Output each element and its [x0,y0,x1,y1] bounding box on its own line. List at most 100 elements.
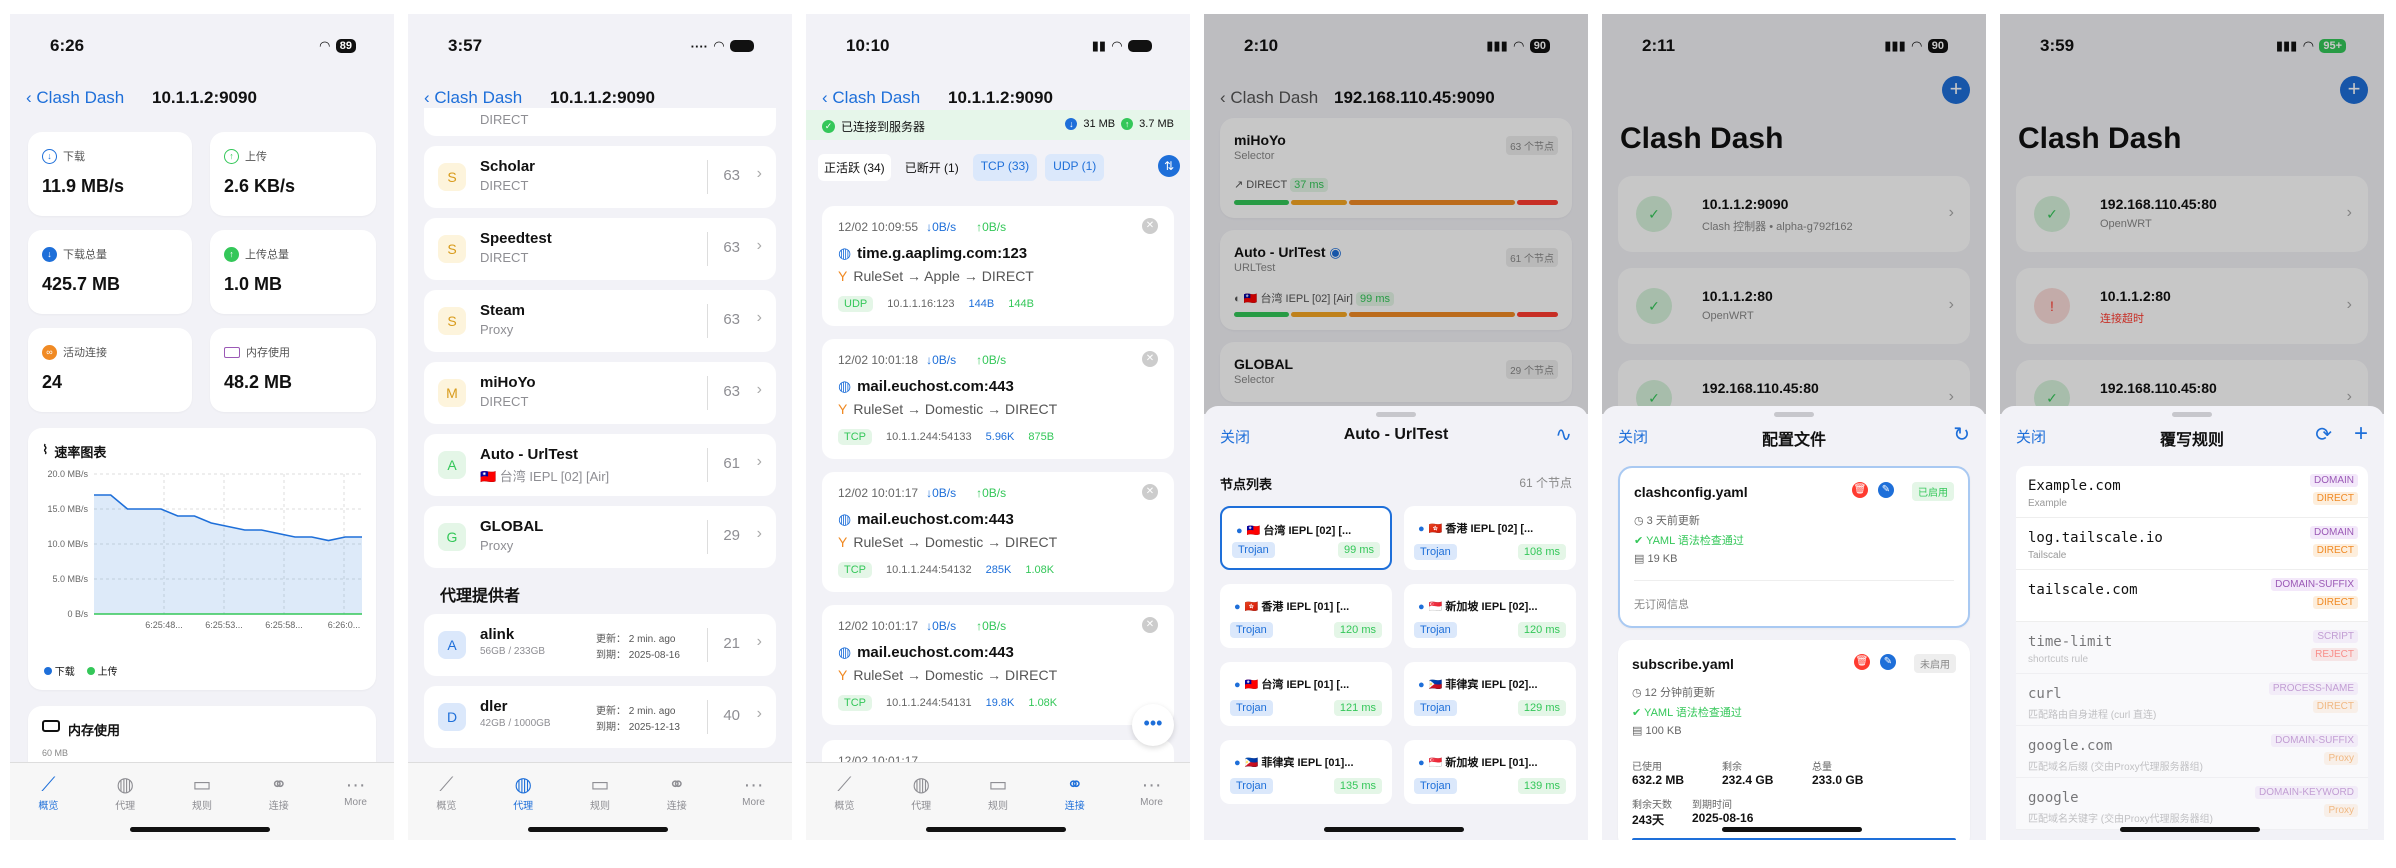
proxy-node[interactable]: ● 🇸🇬 新加坡 IEPL [01]... Trojan 139 ms [1404,740,1576,804]
back-button[interactable]: ‹ Clash Dash [424,88,522,108]
config-card-inactive[interactable]: subscribe.yaml 🗑 ✎ 未启用 ◷ 12 分钟前更新 ✔ YAML… [1618,640,1970,840]
chevron-right-icon: › [756,633,762,650]
tab-overview[interactable]: ⟋ 概览 [814,773,874,840]
config-state-badge: 已启用 [1912,482,1954,501]
refresh-icon[interactable]: ↻ [1953,422,1970,447]
filter-closed[interactable]: 已断开 (1) [899,154,965,181]
node-name: 🇹🇼 台湾 IEPL [02] [... [1246,525,1352,537]
connected-banner: ✓ 已连接到服务器 ↓ 31 MB ↑ 3.7 MB [806,110,1190,140]
rule-row[interactable]: curl 匹配路由自身进程 (curl 直连) PROCESS-NAME DIRECT [2016,674,2368,726]
overview-screen: 6:26 ◠ 89 ‹ Clash Dash 10.1.1.2:9090 ↓ 下载 … [10,14,394,840]
delete-icon[interactable]: 🗑 [1854,654,1870,670]
rule-row[interactable]: time-limit shortcuts rule SCRIPT REJECT [2016,622,2368,674]
filter-udp[interactable]: UDP (1) [1045,154,1105,181]
add-rule-icon[interactable]: + [2354,420,2368,448]
conn-up-speed: ↑0B/s [976,220,1007,234]
provider-row[interactable]: Ddler 42GB / 1000GB 更新： 2 min. ago 到期： 2025… [424,686,776,748]
legend-upload: 上传 [86,663,118,678]
sort-icon[interactable]: ⇅ [1158,155,1180,177]
proxy-node[interactable]: ● 🇹🇼 台湾 IEPL [01] [... Trojan 121 ms [1220,662,1392,726]
route-icon: Y [838,268,848,284]
proxy-group-row[interactable]: MmiHoYo DIRECT 63 › [424,362,776,424]
rule-row[interactable]: google.com 匹配域名后缀 (交由Proxy代理服务器组) DOMAIN-S… [2016,726,2368,778]
upload-speed-card: ↑ 上传 2.6 KB/s [210,132,376,216]
more-actions-icon[interactable]: ••• [1132,704,1174,746]
proxy-node[interactable]: ● 🇭🇰 香港 IEPL [01] [... Trojan 120 ms [1220,584,1392,648]
rule-row[interactable]: tailscale.com DOMAIN-SUFFIX DIRECT [2016,570,2368,622]
sheet-grabber[interactable] [2172,412,2212,417]
rule-action-badge: REJECT [2311,648,2358,661]
proxy-node[interactable]: ● 🇵🇭 菲律宾 IEPL [01]... Trojan 135 ms [1220,740,1392,804]
node-type: Trojan [1414,778,1457,794]
status-time: 6:26 [50,36,85,55]
sheet-grabber[interactable] [1774,412,1814,417]
proxy-node[interactable]: ● 🇹🇼 台湾 IEPL [02] [... Trojan 99 ms [1220,506,1392,570]
stat-label: 活动连接 [63,347,107,359]
close-icon[interactable]: ✕ [1142,351,1158,367]
proxy-group-row[interactable]: G GLOBAL Proxy 29 › [424,506,776,568]
provider-row[interactable]: Aalink 56GB / 233GB 更新： 2 min. ago 到期： 2025… [424,614,776,676]
dim-overlay [2000,14,2384,414]
more-icon: ··· [345,774,366,796]
stat-label: 上传总量 [245,249,289,261]
connection-card[interactable]: 12/02 10:01:18 ↓0B/s ↑0B/s ✕ ◍ mail.euchost.c… [822,339,1174,459]
proxy-node[interactable]: ● 🇸🇬 新加坡 IEPL [02]... Trojan 120 ms [1404,584,1576,648]
connection-card[interactable]: 12/02 10:09:55 ↓0B/s ↑0B/s ✕ ◍ time.g.aaplimg… [822,206,1174,326]
node-latency: 99 ms [1338,542,1380,558]
back-button[interactable]: ‹ Clash Dash [822,88,920,108]
speedtest-icon[interactable]: ∿ [1555,422,1572,447]
conn-downloaded: 285K [985,564,1012,576]
close-icon[interactable]: ✕ [1142,617,1158,633]
x-tick-label: 6:25:53... [205,620,243,630]
proxy-group-row[interactable]: S Steam Proxy 63 › [424,290,776,352]
proxy-group-row[interactable]: S Scholar DIRECT 63 › [424,146,776,208]
filter-active[interactable]: 正活跃 (34) [818,154,891,181]
edit-icon[interactable]: ✎ [1880,654,1896,670]
rule-row[interactable]: google 匹配域名关键字 (交由Proxy代理服务器组) DOMAIN-KEYW… [2016,778,2368,830]
conn-rule: RuleSet → Domestic → DIRECT [853,534,1058,550]
tab-more[interactable]: ··· More [1122,773,1182,840]
rule-note: shortcuts rule [2028,654,2089,665]
connection-card[interactable]: 12/02 10:01:17 ↓0B/s ↑0B/s ✕ ◍ mail.euchost.c… [822,472,1174,592]
x-tick-label: 6:26:0... [328,620,361,630]
urltest-sheet: 关闭 Auto - UrlTest ∿ 节点列表 61 个节点 ● 🇹🇼 台湾 I… [1204,406,1588,840]
proxy-node[interactable]: ● 🇵🇭 菲律宾 IEPL [02]... Trojan 129 ms [1404,662,1576,726]
group-selected: Proxy [480,322,514,337]
tab-more[interactable]: ··· More [724,773,784,840]
tab-more[interactable]: ··· More [326,773,386,840]
connection-card[interactable]: 12/02 10:01:17 ↓0B/s ↑0B/s ✕ ◍ mail.euchost.c… [822,605,1174,725]
close-icon[interactable]: ✕ [1142,218,1158,234]
provider-name: dler [480,698,508,715]
delete-icon[interactable]: 🗑 [1852,482,1868,498]
proxy-group-row[interactable]: A Auto - UrlTest 🇹🇼 台湾 IEPL [02] [Air] 61 › [424,434,776,496]
config-card-active[interactable]: clashconfig.yaml 🗑 ✎ 已启用 ◷ 3 天前更新 ✔ YAML… [1618,466,1970,628]
rule-value: google.com [2028,738,2113,754]
group-avatar: S [438,163,466,191]
conn-source-ip: 10.1.1.16:123 [887,298,955,310]
conn-uploaded: 144B [1008,298,1034,310]
divider [707,520,708,554]
filter-tcp[interactable]: TCP (33) [972,154,1038,181]
node-type: Trojan [1230,622,1273,638]
back-button[interactable]: ‹ Clash Dash [26,88,124,108]
tab-overview[interactable]: ⟋ 概览 [416,773,476,840]
conn-header: 12/02 10:01:18 ↓0B/s ↑0B/s [838,353,1006,367]
rule-row[interactable]: log.tailscale.io Tailscale DOMAIN DIRECT [2016,518,2368,570]
proxy-group-row[interactable]: S Speedtest DIRECT 63 › [424,218,776,280]
connections-screen: 10:10 ▮▮ ◠ ‹ Clash Dash 10.1.1.2:9090 ✓ 已连… [806,14,1190,840]
globe-icon: ◍ [838,245,852,262]
edit-icon[interactable]: ✎ [1878,482,1894,498]
rule-action-badge: DIRECT [2312,700,2358,713]
conn-uploaded: 1.08K [1028,697,1058,709]
tab-overview[interactable]: ⟋ 概览 [18,773,78,840]
group-row-partial[interactable]: DIRECT [424,108,776,136]
close-icon[interactable]: ✕ [1142,484,1158,500]
rule-row[interactable]: Example.com Example DOMAIN DIRECT [2016,466,2368,518]
sheet-grabber[interactable] [1376,412,1416,417]
group-count: 63 [723,383,740,400]
node-name-row: ● 🇹🇼 台湾 IEPL [01] [... [1234,676,1349,692]
group-name: GLOBAL [480,518,544,535]
sync-icon[interactable]: ⟳ [2315,422,2332,447]
proxy-node[interactable]: ● 🇭🇰 香港 IEPL [02] [... Trojan 108 ms [1404,506,1576,570]
back-label: Clash Dash [36,88,125,107]
